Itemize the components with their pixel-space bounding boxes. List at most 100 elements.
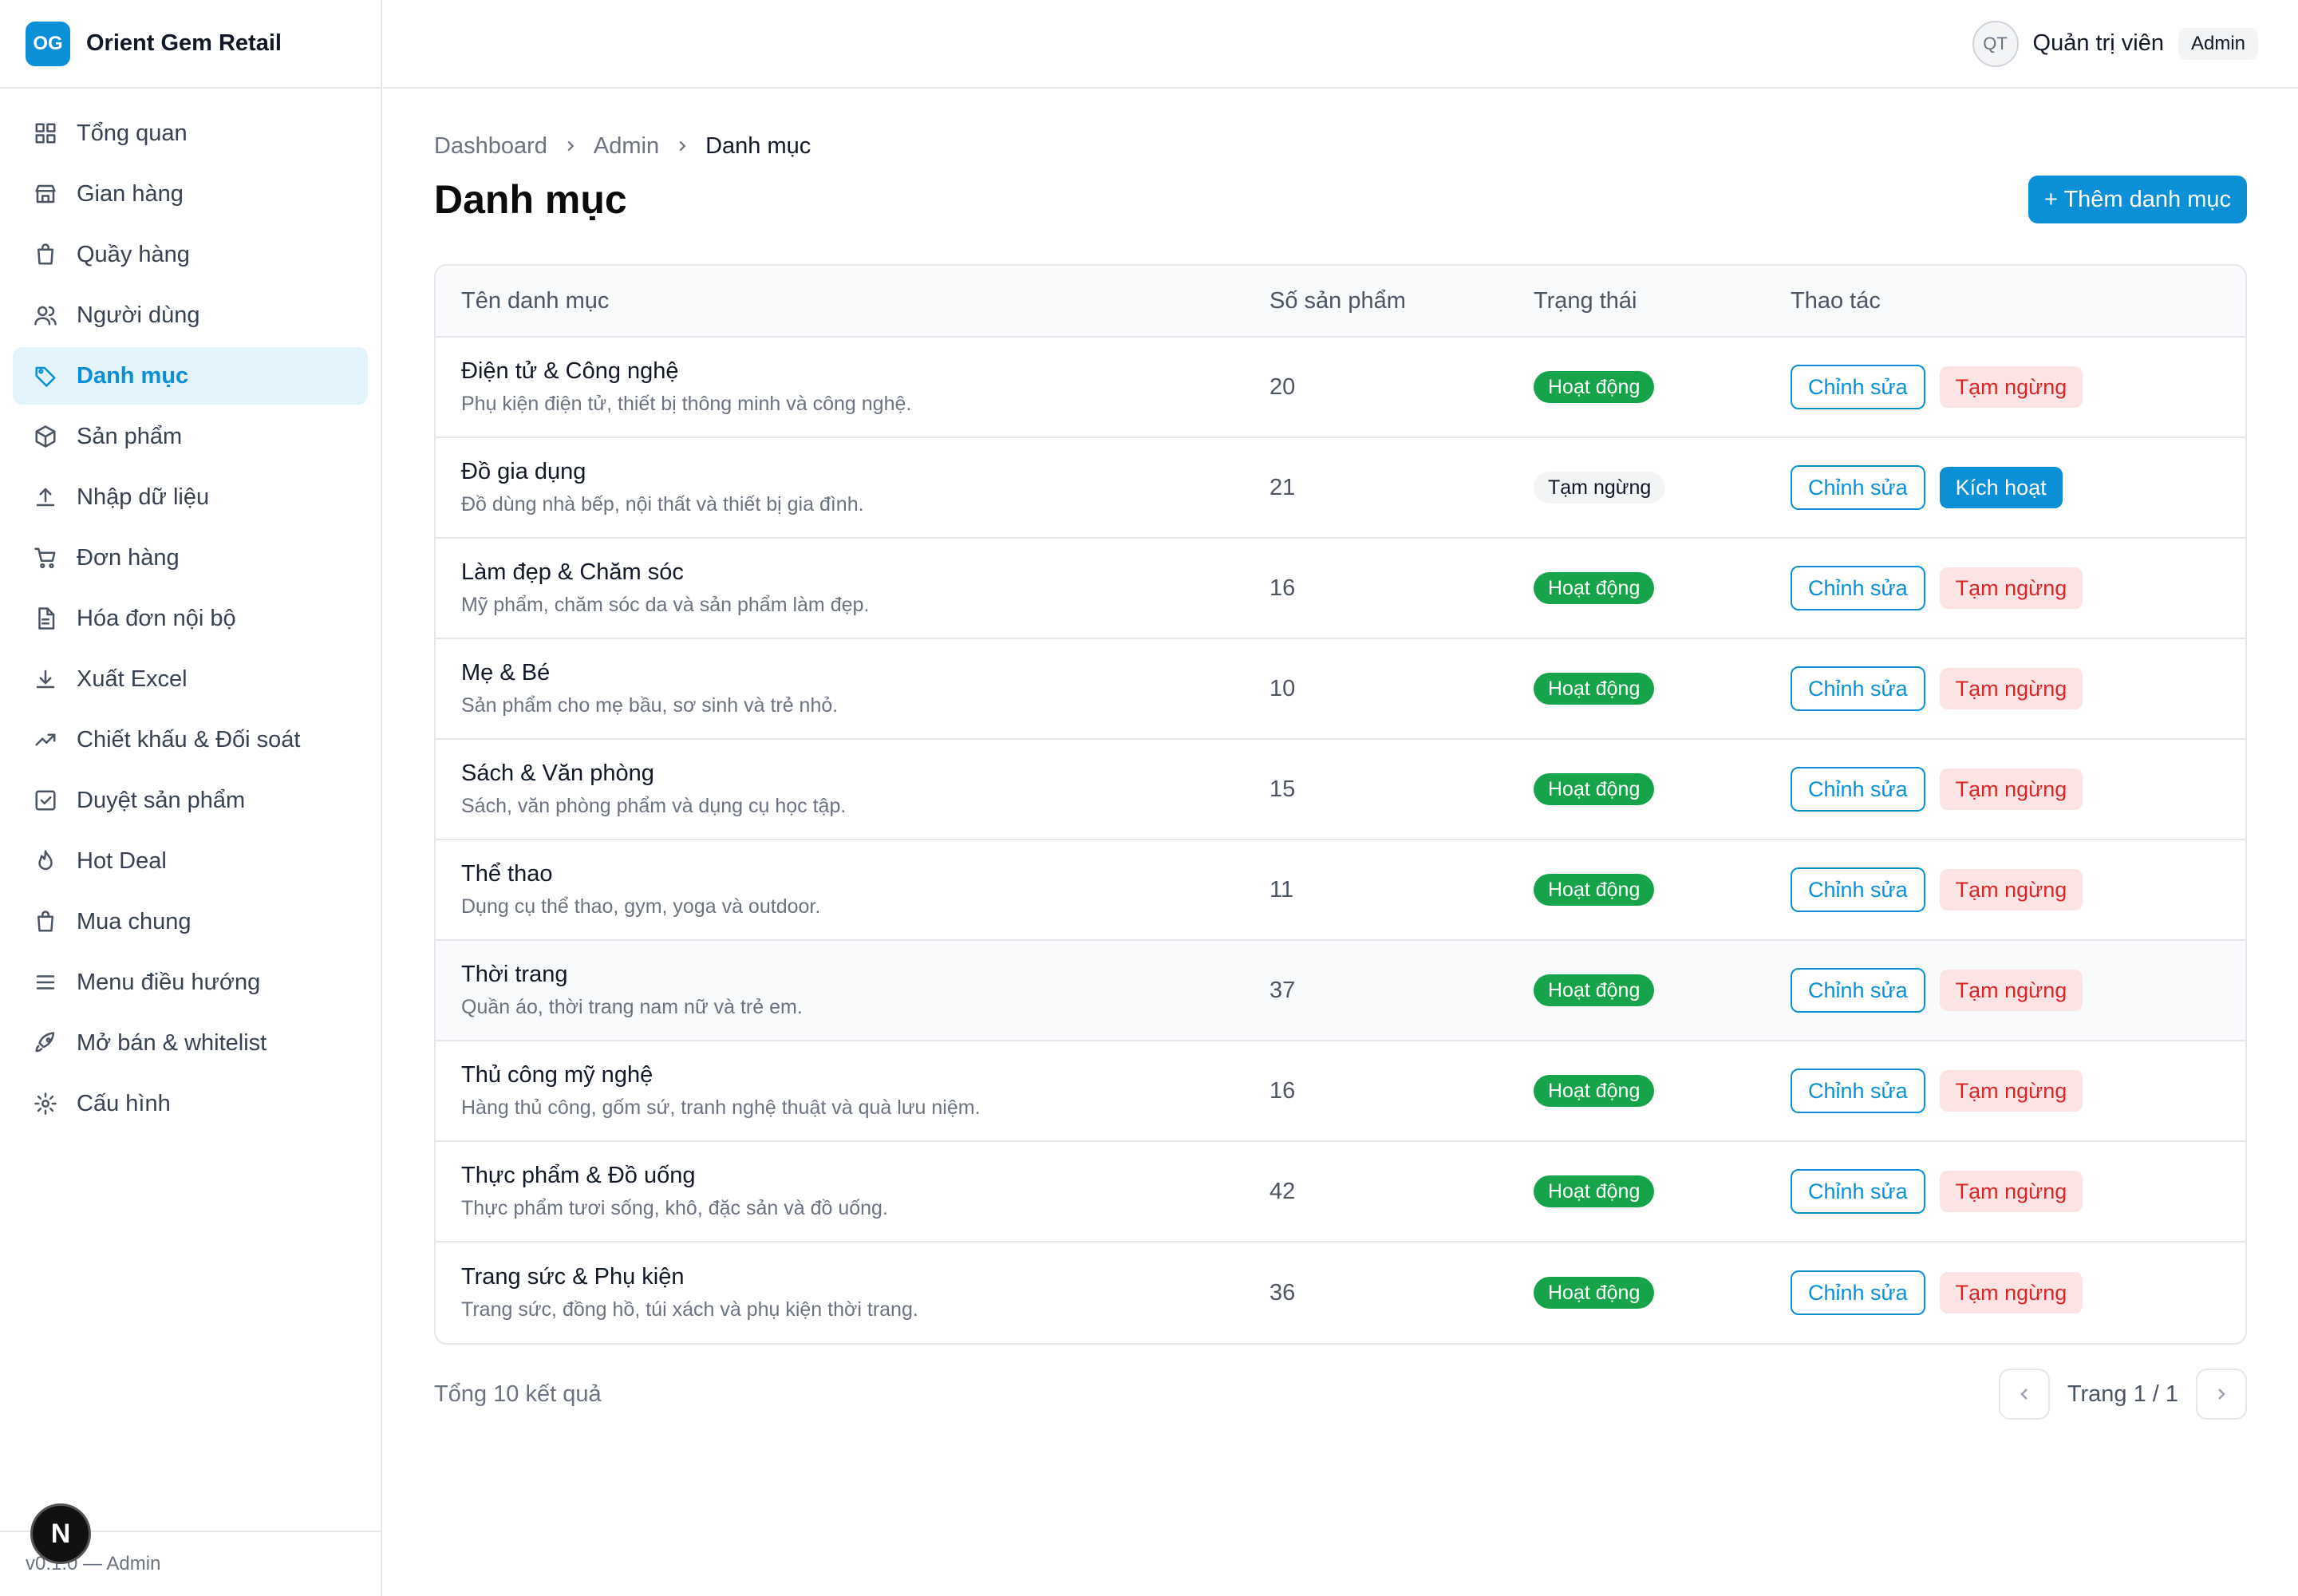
status-cell: Hoạt động	[1534, 673, 1791, 705]
pause-button[interactable]: Tạm ngừng	[1939, 366, 2083, 408]
store-icon	[32, 180, 59, 207]
actions-cell: Chỉnh sửa Tạm ngừng	[1791, 1069, 2245, 1113]
status-badge: Hoạt động	[1534, 1277, 1655, 1309]
sidebar-item-4[interactable]: Danh mục	[13, 347, 368, 405]
box-icon	[32, 423, 59, 450]
pause-button[interactable]: Tạm ngừng	[1939, 567, 2083, 609]
category-description: Hàng thủ công, gốm sứ, tranh nghệ thuật …	[461, 1096, 981, 1119]
sidebar-item-0[interactable]: Tổng quan	[13, 105, 368, 162]
main-content: Dashboard Admin Danh mục Danh mục + Thêm…	[434, 89, 2247, 1420]
status-badge: Hoạt động	[1534, 1075, 1655, 1107]
actions-cell: Chỉnh sửa Tạm ngừng	[1791, 867, 2245, 912]
name-cell: Thực phẩm & Đồ uống Thực phẩm tươi sống, …	[436, 1163, 1269, 1220]
next-dev-indicator[interactable]: N	[30, 1503, 91, 1564]
category-name: Trang sức & Phụ kiện	[461, 1264, 685, 1290]
pause-button[interactable]: Tạm ngừng	[1939, 1272, 2083, 1314]
pause-button[interactable]: Tạm ngừng	[1939, 1171, 2083, 1212]
category-description: Phụ kiện điện tử, thiết bị thông minh và…	[461, 393, 912, 415]
sidebar-item-label: Menu điều hướng	[77, 969, 261, 995]
actions-cell: Chỉnh sửa Tạm ngừng	[1791, 1169, 2245, 1214]
pause-button[interactable]: Tạm ngừng	[1939, 668, 2083, 709]
sidebar-item-1[interactable]: Gian hàng	[13, 165, 368, 223]
status-badge: Hoạt động	[1534, 773, 1655, 805]
sidebar-item-9[interactable]: Xuất Excel	[13, 650, 368, 708]
table-body: Điện tử & Công nghệ Phụ kiện điện tử, thi…	[436, 338, 2245, 1343]
sidebar-item-label: Quầy hàng	[77, 241, 190, 267]
edit-button[interactable]: Chỉnh sửa	[1791, 767, 1925, 812]
sidebar-item-15[interactable]: Mở bán & whitelist	[13, 1014, 368, 1072]
edit-button[interactable]: Chỉnh sửa	[1791, 566, 1925, 610]
category-name: Điện tử & Công nghệ	[461, 358, 679, 384]
status-cell: Hoạt động	[1534, 1175, 1791, 1207]
sidebar-item-12[interactable]: Hot Deal	[13, 832, 368, 890]
chevron-right-icon	[2218, 1389, 2225, 1400]
brand-name: Orient Gem Retail	[86, 30, 282, 56]
menu-icon	[32, 969, 59, 996]
category-name: Sách & Văn phòng	[461, 760, 654, 786]
breadcrumb-dashboard[interactable]: Dashboard	[434, 133, 547, 160]
sidebar-nav: Tổng quan Gian hàng Quầy hàng Người dùng Dan…	[0, 89, 381, 1132]
breadcrumb-admin[interactable]: Admin	[594, 133, 659, 160]
edit-button[interactable]: Chỉnh sửa	[1791, 365, 1925, 409]
sidebar-item-2[interactable]: Quầy hàng	[13, 226, 368, 283]
topbar: QT Quản trị viên Admin	[383, 0, 2298, 89]
role-badge: Admin	[2178, 27, 2258, 60]
edit-button[interactable]: Chỉnh sửa	[1791, 1169, 1925, 1214]
product-count: 42	[1269, 1178, 1296, 1204]
actions-cell: Chỉnh sửa Tạm ngừng	[1791, 767, 2245, 812]
edit-button[interactable]: Chỉnh sửa	[1791, 968, 1925, 1013]
sidebar-item-label: Hóa đơn nội bộ	[77, 605, 236, 631]
status-badge: Tạm ngừng	[1534, 472, 1666, 504]
sidebar-item-16[interactable]: Cấu hình	[13, 1075, 368, 1132]
next-page-button[interactable]	[2196, 1369, 2247, 1420]
breadcrumb: Dashboard Admin Danh mục	[434, 130, 2247, 162]
sidebar-item-10[interactable]: Chiết khấu & Đối soát	[13, 711, 368, 768]
table-row: Làm đẹp & Chăm sóc Mỹ phẩm, chăm sóc da v…	[436, 539, 2245, 639]
pause-button[interactable]: Tạm ngừng	[1939, 1070, 2083, 1112]
sidebar-item-3[interactable]: Người dùng	[13, 286, 368, 344]
sidebar-item-6[interactable]: Nhập dữ liệu	[13, 468, 368, 526]
status-cell: Hoạt động	[1534, 371, 1791, 403]
brand[interactable]: OG Orient Gem Retail	[0, 0, 381, 89]
edit-button[interactable]: Chỉnh sửa	[1791, 666, 1925, 711]
edit-button[interactable]: Chỉnh sửa	[1791, 1270, 1925, 1315]
product-count: 36	[1269, 1279, 1296, 1306]
title-row: Danh mục + Thêm danh mục	[434, 173, 2247, 226]
name-cell: Sách & Văn phòng Sách, văn phòng phẩm và …	[436, 760, 1269, 818]
table-row: Thể thao Dụng cụ thể thao, gym, yoga và o…	[436, 840, 2245, 941]
prev-page-button[interactable]	[1998, 1369, 2050, 1420]
sidebar-item-8[interactable]: Hóa đơn nội bộ	[13, 590, 368, 647]
sidebar-item-label: Người dùng	[77, 302, 200, 328]
actions-cell: Chỉnh sửa Tạm ngừng	[1791, 1270, 2245, 1315]
dashboard-icon	[32, 120, 59, 147]
product-count: 16	[1269, 575, 1296, 601]
category-name: Thể thao	[461, 861, 553, 887]
sidebar-item-11[interactable]: Duyệt sản phẩm	[13, 772, 368, 829]
name-cell: Trang sức & Phụ kiện Trang sức, đồng hồ, …	[436, 1264, 1269, 1321]
pause-button[interactable]: Tạm ngừng	[1939, 869, 2083, 911]
edit-button[interactable]: Chỉnh sửa	[1791, 1069, 1925, 1113]
name-cell: Thủ công mỹ nghệ Hàng thủ công, gốm sứ, t…	[436, 1062, 1269, 1120]
file-icon	[32, 605, 59, 632]
sidebar-item-13[interactable]: Mua chung	[13, 893, 368, 950]
category-description: Quần áo, thời trang nam nữ và trẻ em.	[461, 996, 803, 1018]
status-cell: Hoạt động	[1534, 874, 1791, 906]
add-category-button[interactable]: + Thêm danh mục	[2028, 176, 2247, 223]
status-cell: Hoạt động	[1534, 572, 1791, 604]
product-count: 11	[1269, 876, 1294, 903]
pause-button[interactable]: Tạm ngừng	[1939, 768, 2083, 810]
product-count: 20	[1269, 373, 1296, 400]
name-cell: Mẹ & Bé Sản phẩm cho mẹ bầu, sơ sinh và t…	[436, 660, 1269, 717]
edit-button[interactable]: Chỉnh sửa	[1791, 867, 1925, 912]
activate-button[interactable]: Kích hoạt	[1939, 467, 2063, 508]
category-name: Mẹ & Bé	[461, 660, 551, 685]
sidebar-item-5[interactable]: Sản phẩm	[13, 408, 368, 465]
chevron-right-icon	[673, 137, 691, 155]
sidebar-item-14[interactable]: Menu điều hướng	[13, 954, 368, 1011]
sidebar-item-7[interactable]: Đơn hàng	[13, 529, 368, 587]
sidebar: OG Orient Gem Retail Tổng quan Gian hàng Q…	[0, 0, 382, 1596]
avatar[interactable]: QT	[1972, 20, 2019, 67]
edit-button[interactable]: Chỉnh sửa	[1791, 465, 1925, 510]
pause-button[interactable]: Tạm ngừng	[1939, 970, 2083, 1011]
total-results: Tổng 10 kết quả	[434, 1381, 602, 1407]
